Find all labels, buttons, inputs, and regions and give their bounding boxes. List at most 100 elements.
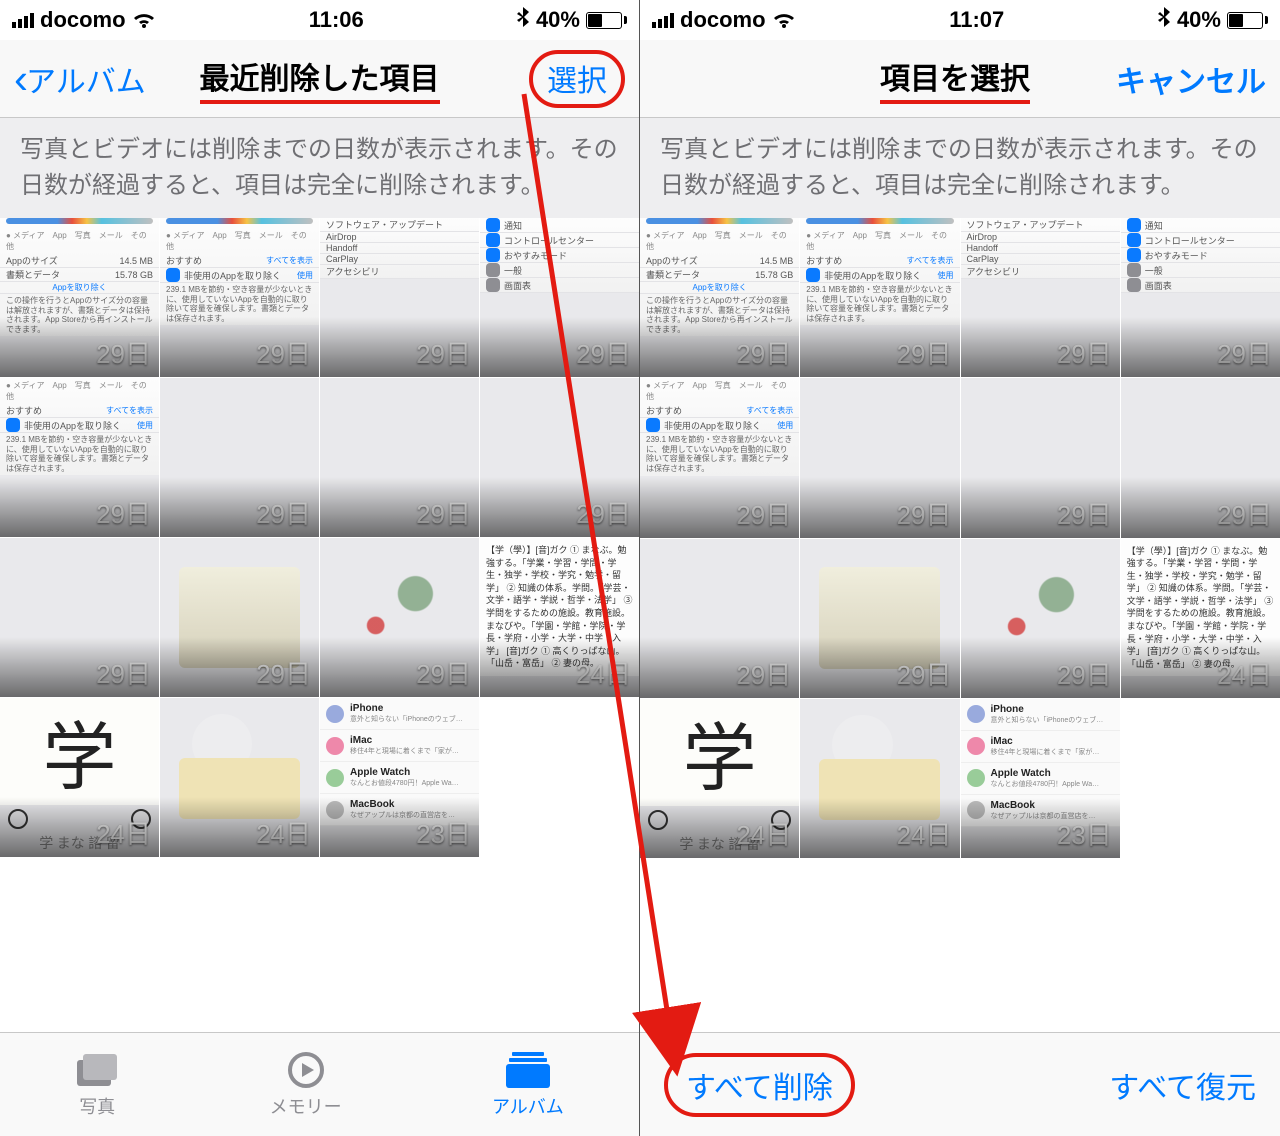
photo-thumbnail[interactable]: 29日: [1121, 378, 1280, 537]
nav-bar: ‹ アルバム 最近削除した項目 選択: [0, 40, 639, 118]
delete-all-button[interactable]: すべて削除: [664, 1053, 855, 1117]
albums-icon: [506, 1051, 550, 1089]
cancel-button[interactable]: キャンセル: [1116, 57, 1266, 101]
tab-memories[interactable]: メモリー: [270, 1051, 342, 1119]
photo-thumbnail[interactable]: 29日: [320, 538, 479, 697]
toolbar: すべて削除 すべて復元: [640, 1032, 1280, 1136]
status-bar: docomo 11:07 40%: [640, 0, 1280, 40]
photo-thumbnail[interactable]: ● メディア App 写真 メール その他 Appのサイズ14.5 MB 書類と…: [640, 218, 799, 377]
days-remaining-label: 23日: [416, 814, 471, 851]
days-remaining-label: 29日: [1057, 495, 1112, 532]
photo-thumbnail[interactable]: 24日: [800, 699, 959, 858]
days-remaining-label: 29日: [1057, 334, 1112, 371]
photo-thumbnail[interactable]: ● メディア App 写真 メール その他 おすすめすべてを表示 非使用のApp…: [160, 218, 319, 377]
photo-thumbnail[interactable]: 通知コントロールセンターおやすみモード一般画面表29日: [1121, 218, 1280, 377]
photo-grid-left: ● メディア App 写真 メール その他 Appのサイズ14.5 MB 書類と…: [0, 218, 639, 857]
photo-grid-right: ● メディア App 写真 メール その他 Appのサイズ14.5 MB 書類と…: [640, 218, 1280, 858]
days-remaining-label: 24日: [897, 815, 952, 852]
days-remaining-label: 24日: [96, 814, 151, 851]
signal-icon: [12, 13, 34, 28]
nav-bar: 項目を選択 キャンセル: [640, 40, 1280, 118]
wifi-icon: [132, 11, 156, 29]
back-label: アルバム: [26, 57, 146, 101]
bluetooth-icon: [1158, 7, 1171, 33]
days-remaining-label: 29日: [96, 494, 151, 531]
carrier-label: docomo: [680, 7, 766, 33]
days-remaining-label: 29日: [576, 494, 631, 531]
tab-albums[interactable]: アルバム: [492, 1051, 564, 1119]
days-remaining-label: 29日: [897, 655, 952, 692]
photo-thumbnail[interactable]: ソフトウェア・アップデートAirDropHandoffCarPlayアクセシビリ…: [320, 218, 479, 377]
wifi-icon: [772, 11, 796, 29]
screen-right: docomo 11:07 40% 項目を選択: [640, 0, 1280, 1136]
photo-thumbnail[interactable]: 学学 まな 諮 留24日: [0, 698, 159, 857]
info-banner: 写真とビデオには削除までの日数が表示されます。その日数が経過すると、項目は完全に…: [640, 118, 1280, 218]
days-remaining-label: 29日: [416, 334, 471, 371]
photo-thumbnail[interactable]: iPhone意外と知らない「iPhoneのウェブ…iMac移住4年と現場に着くま…: [320, 698, 479, 857]
photo-thumbnail[interactable]: 29日: [480, 378, 639, 537]
photo-thumbnail[interactable]: 29日: [320, 378, 479, 537]
days-remaining-label: 29日: [256, 334, 311, 371]
photo-thumbnail[interactable]: 24日: [160, 698, 319, 857]
photo-thumbnail[interactable]: ● メディア App 写真 メール その他 おすすめすべてを表示 非使用のApp…: [640, 378, 799, 537]
signal-icon: [652, 13, 674, 28]
days-remaining-label: 29日: [1217, 334, 1272, 371]
tab-albums-label: アルバム: [492, 1093, 564, 1119]
photo-thumbnail[interactable]: 29日: [0, 538, 159, 697]
info-banner: 写真とビデオには削除までの日数が表示されます。その日数が経過すると、項目は完全に…: [0, 118, 639, 218]
days-remaining-label: 29日: [1217, 495, 1272, 532]
days-remaining-label: 29日: [96, 654, 151, 691]
days-remaining-label: 29日: [1057, 655, 1112, 692]
days-remaining-label: 29日: [897, 495, 952, 532]
back-button[interactable]: ‹ アルバム: [14, 57, 146, 101]
memories-icon: [286, 1051, 326, 1089]
days-remaining-label: 29日: [576, 334, 631, 371]
tab-memories-label: メモリー: [270, 1093, 342, 1119]
days-remaining-label: 24日: [1217, 655, 1272, 692]
battery-icon: [1227, 12, 1268, 29]
photo-thumbnail[interactable]: 29日: [160, 378, 319, 537]
tab-photos[interactable]: 写真: [75, 1051, 119, 1119]
recover-all-button[interactable]: すべて復元: [1109, 1063, 1256, 1107]
photo-thumbnail[interactable]: 通知コントロールセンターおやすみモード一般画面表29日: [480, 218, 639, 377]
carrier-label: docomo: [40, 7, 126, 33]
bluetooth-icon: [517, 7, 530, 33]
days-remaining-label: 29日: [256, 494, 311, 531]
days-remaining-label: 29日: [416, 654, 471, 691]
photo-thumbnail[interactable]: iPhone意外と知らない「iPhoneのウェブ…iMac移住4年と現場に着くま…: [961, 699, 1120, 858]
photo-thumbnail[interactable]: 29日: [961, 539, 1120, 698]
photo-thumbnail[interactable]: 29日: [800, 539, 959, 698]
days-remaining-label: 29日: [416, 494, 471, 531]
tab-photos-label: 写真: [79, 1093, 115, 1119]
screen-left: docomo 11:06 40% ‹ アルバム: [0, 0, 640, 1136]
days-remaining-label: 29日: [736, 334, 791, 371]
select-button[interactable]: 選択: [529, 50, 625, 108]
photo-thumbnail[interactable]: 学学 まな 諮 留24日: [640, 699, 799, 858]
photo-thumbnail[interactable]: ● メディア App 写真 メール その他 おすすめすべてを表示 非使用のApp…: [0, 378, 159, 537]
photo-thumbnail[interactable]: ソフトウェア・アップデートAirDropHandoffCarPlayアクセシビリ…: [961, 218, 1120, 377]
photos-icon: [75, 1051, 119, 1089]
status-time: 11:06: [309, 7, 364, 33]
photo-thumbnail[interactable]: 29日: [160, 538, 319, 697]
photo-thumbnail[interactable]: 29日: [961, 378, 1120, 537]
photo-thumbnail[interactable]: ● メディア App 写真 メール その他 Appのサイズ14.5 MB 書類と…: [0, 218, 159, 377]
photo-thumbnail[interactable]: 【学（學）】[音]ガク ① まなぶ。勉強する。「学業・学習・学問・学生・独学・学…: [480, 538, 639, 697]
days-remaining-label: 24日: [256, 814, 311, 851]
tab-bar: 写真 メモリー アルバム: [0, 1032, 639, 1136]
photo-thumbnail[interactable]: 29日: [800, 378, 959, 537]
photo-thumbnail[interactable]: ● メディア App 写真 メール その他 おすすめすべてを表示 非使用のApp…: [800, 218, 959, 377]
status-time: 11:07: [949, 7, 1004, 33]
days-remaining-label: 29日: [897, 334, 952, 371]
blank-area: [0, 857, 639, 1032]
days-remaining-label: 29日: [96, 334, 151, 371]
battery-icon: [586, 12, 627, 29]
photo-thumbnail[interactable]: 29日: [640, 539, 799, 698]
days-remaining-label: 29日: [256, 654, 311, 691]
photo-thumbnail[interactable]: 【学（學）】[音]ガク ① まなぶ。勉強する。「学業・学習・学問・学生・独学・学…: [1121, 539, 1280, 698]
battery-percent: 40%: [536, 7, 580, 33]
battery-percent: 40%: [1177, 7, 1221, 33]
days-remaining-label: 24日: [576, 654, 631, 691]
days-remaining-label: 24日: [736, 815, 791, 852]
status-bar: docomo 11:06 40%: [0, 0, 639, 40]
days-remaining-label: 23日: [1057, 815, 1112, 852]
